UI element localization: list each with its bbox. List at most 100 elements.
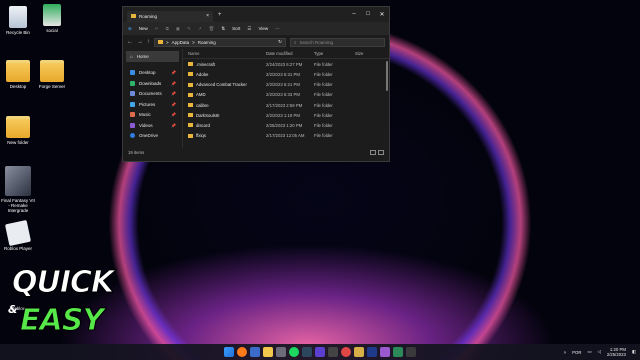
app-icon[interactable] [380, 347, 390, 357]
table-row[interactable]: discord 2/25/2023 1:20 PM File folder [183, 120, 389, 130]
steam-icon[interactable] [302, 347, 312, 357]
terminal-icon[interactable] [406, 347, 416, 357]
network-icon[interactable]: ▭ [587, 349, 591, 355]
table-row[interactable]: DarkSoulsIII 2/2/2023 1:19 PM File folder [183, 110, 389, 120]
folder-icon [188, 103, 193, 108]
address-row: ← → ↑ > AppData > Roaming ↻ ⌕ Search Roa… [123, 35, 389, 49]
table-row[interactable]: .minecraft 2/24/2023 6:27 PM File folder [183, 59, 389, 69]
app-icon[interactable] [250, 347, 260, 357]
column-type[interactable]: Type [314, 51, 355, 56]
sidebar-item-home[interactable]: ⌂ Home [126, 51, 179, 62]
folder-icon [188, 62, 193, 67]
new-tab-button[interactable]: + [218, 12, 222, 18]
sidebar-item-videos[interactable]: Videos 📌 [123, 120, 182, 131]
photoshop-icon[interactable] [367, 347, 377, 357]
tiles-view-icon[interactable] [378, 150, 384, 155]
search-icon: ⌕ [293, 39, 297, 45]
social-shortcut[interactable]: social [34, 4, 70, 33]
column-header-row: Name Date modified Type Size [183, 49, 389, 60]
more-options-button[interactable]: ··· [275, 26, 280, 31]
forge-server-shortcut[interactable]: Forge Server [34, 60, 70, 89]
breadcrumb[interactable]: > AppData > Roaming ↻ [154, 37, 286, 47]
close-button[interactable]: ✕ [375, 11, 389, 18]
final-fantasy-shortcut[interactable]: Final Fantasy VII - Remake Intergrade [0, 166, 36, 213]
desktop-folder-shortcut[interactable]: Desktop [0, 60, 36, 89]
app-icon[interactable] [276, 347, 286, 357]
app-icon[interactable] [315, 347, 325, 357]
sidebar-item-pictures[interactable]: Pictures 📌 [123, 99, 182, 110]
file-list: Name Date modified Type Size .minecraft 2… [182, 49, 389, 148]
music-icon [130, 112, 135, 118]
details-view-icon[interactable] [370, 150, 376, 155]
chevron-up-icon[interactable]: ˄ [564, 350, 567, 355]
file-explorer-icon[interactable] [263, 347, 273, 357]
back-arrow-icon[interactable]: ← [127, 39, 133, 45]
file-explorer-window: Roaming × + – □ ✕ ⊕ New ✂ ⧉ ▣ ✎ ↗ 🗑 ⇅ So… [122, 6, 390, 162]
new-button[interactable]: New [139, 26, 148, 31]
start-button-icon[interactable] [224, 347, 234, 357]
folder-icon [188, 113, 193, 118]
tab-roaming[interactable]: Roaming × [127, 10, 213, 22]
firefox-icon[interactable] [237, 347, 247, 357]
app-icon[interactable] [393, 347, 403, 357]
sidebar-item-desktop[interactable]: Desktop 📌 [123, 68, 182, 79]
taskbar: ˄ POR ▭ ◁ 1:20 PM 2/25/2023 ◧ [0, 344, 640, 360]
sidebar-item-downloads[interactable]: Downloads 📌 [123, 78, 182, 89]
onedrive-icon [130, 133, 135, 139]
vertical-scrollbar[interactable] [386, 61, 388, 91]
sort-button[interactable]: Sort [232, 26, 240, 31]
cut-icon[interactable]: ✂ [155, 26, 159, 32]
notification-icon[interactable]: ◧ [632, 349, 636, 355]
language-indicator[interactable]: POR [572, 350, 581, 355]
chrome-icon[interactable] [341, 347, 351, 357]
table-row[interactable]: ffxiqs 2/17/2023 12:05 AM File folder [183, 131, 389, 141]
breadcrumb-appdata[interactable]: AppData [172, 40, 190, 45]
refresh-icon[interactable]: ↻ [278, 39, 282, 45]
sidebar-item-music[interactable]: Music 📌 [123, 110, 182, 121]
table-row[interactable]: Adobe 2/2/2023 5:31 PM File folder [183, 69, 389, 79]
folder-icon [6, 116, 30, 138]
view-button[interactable]: View [258, 26, 268, 31]
column-date-modified[interactable]: Date modified [266, 51, 314, 56]
table-row[interactable]: Advanced Combat Tracker 2/2/2023 6:21 PM F… [183, 80, 389, 90]
pin-icon: 📌 [171, 122, 176, 128]
desktop-icon [130, 70, 135, 76]
videos-icon [130, 122, 135, 128]
app-icon[interactable] [328, 347, 338, 357]
folder-icon [188, 123, 193, 128]
delete-icon[interactable]: 🗑 [209, 26, 215, 32]
volume-icon[interactable]: ◁ [598, 349, 601, 355]
roblox-player-shortcut[interactable]: Roblox Player [0, 219, 36, 251]
sidebar-item-documents[interactable]: Documents 📌 [123, 89, 182, 100]
pictures-icon [130, 101, 135, 107]
command-bar: ⊕ New ✂ ⧉ ▣ ✎ ↗ 🗑 ⇅ Sort ☰ View ··· [123, 22, 389, 35]
overlay-word-easy: EASY [19, 303, 104, 338]
app-icon[interactable] [354, 347, 364, 357]
recycle-bin-shortcut[interactable]: Recycle Bin [0, 6, 36, 35]
search-input[interactable]: ⌕ Search Roaming [289, 37, 385, 47]
sidebar-item-onedrive[interactable]: OneDrive [123, 131, 182, 142]
new-folder-shortcut[interactable]: New folder [0, 116, 36, 145]
tab-close-button[interactable]: × [206, 13, 209, 19]
forward-arrow-icon[interactable]: → [137, 39, 143, 45]
maximize-button[interactable]: □ [361, 11, 375, 18]
spotify-icon[interactable] [289, 347, 299, 357]
overlay-word-quick: QUICK [11, 265, 114, 300]
title-bar: Roaming × + – □ ✕ [123, 7, 389, 22]
clock[interactable]: 1:20 PM 2/25/2023 [607, 347, 626, 357]
column-name[interactable]: Name [183, 51, 266, 56]
table-row[interactable]: AMD 2/2/2023 6:33 PM File folder [183, 90, 389, 100]
folder-icon [6, 60, 30, 82]
table-row[interactable]: calibre 2/17/2023 2:59 PM File folder [183, 100, 389, 110]
column-size[interactable]: Size [355, 51, 375, 56]
minimize-button[interactable]: – [347, 11, 361, 18]
breadcrumb-roaming[interactable]: Roaming [198, 40, 216, 45]
up-arrow-icon[interactable]: ↑ [147, 39, 150, 45]
recycle-bin-icon [9, 6, 27, 28]
share-icon[interactable]: ↗ [198, 26, 202, 32]
paste-icon[interactable]: ▣ [176, 26, 180, 32]
rename-icon[interactable]: ✎ [187, 26, 191, 32]
navigation-pane: ⌂ Home Desktop 📌 Downloads 📌 Documents 📌 Pi… [123, 49, 182, 148]
copy-icon[interactable]: ⧉ [166, 26, 169, 31]
folder-icon [188, 82, 193, 87]
